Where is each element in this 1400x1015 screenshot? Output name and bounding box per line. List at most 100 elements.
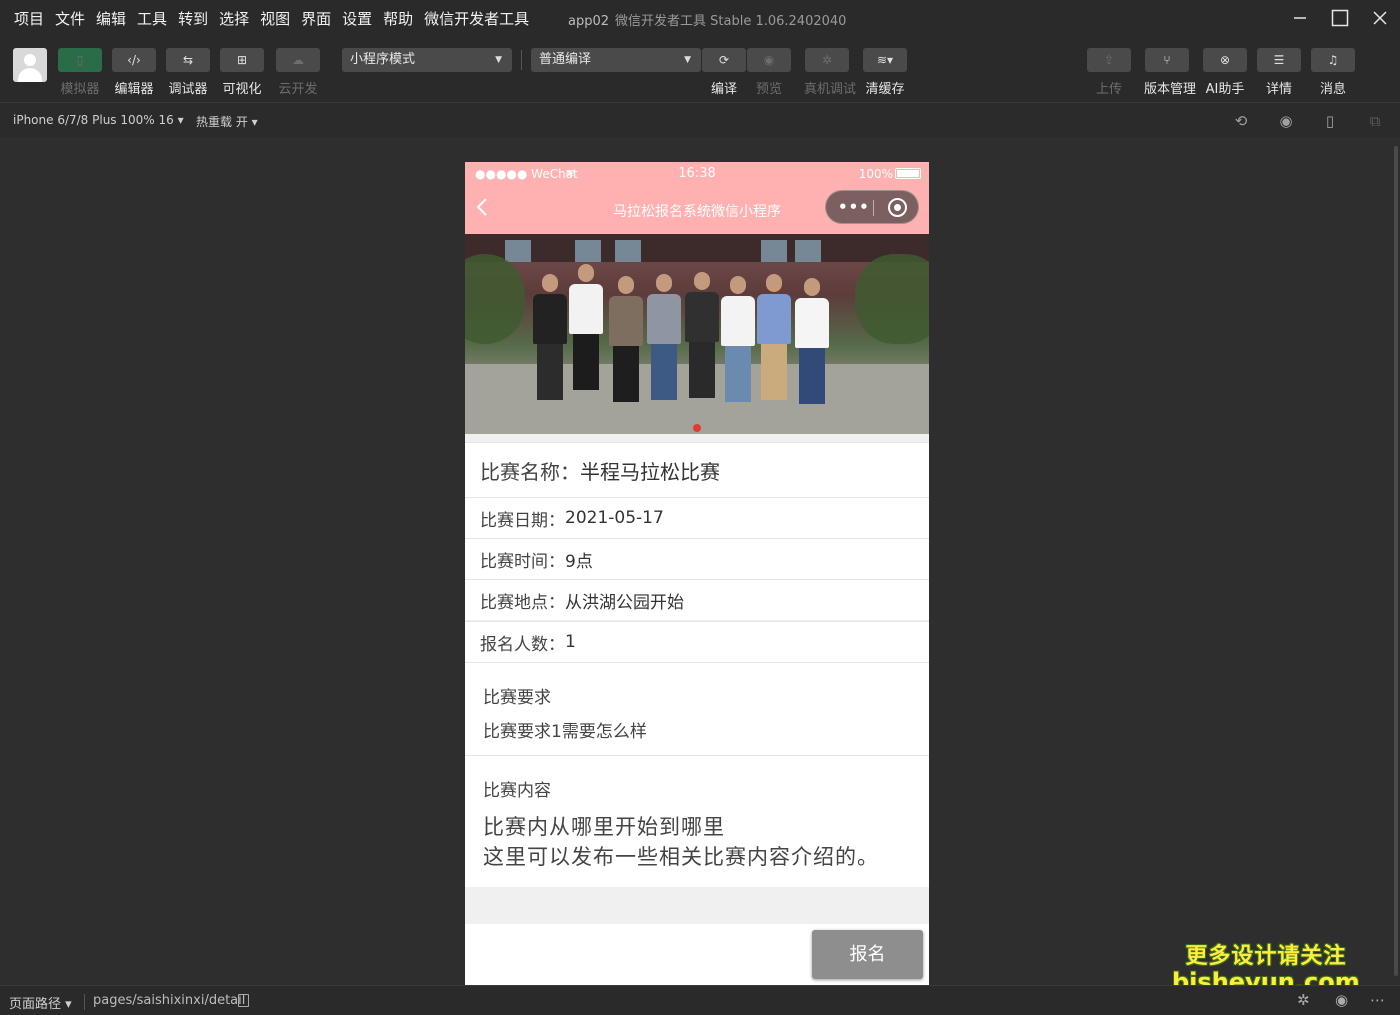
menu-items: 项目 文件 编辑 工具 转到 选择 视图 界面 设置 帮助 微信开发者工具 bbox=[0, 8, 540, 29]
menu-item-0[interactable]: 项目 bbox=[14, 8, 44, 29]
device-select[interactable]: iPhone 6/7/8 Plus 100% 16 ▾ bbox=[13, 113, 184, 127]
layers-icon: ≋▾ bbox=[863, 48, 907, 72]
field-value: 9点 bbox=[565, 551, 593, 572]
popout-icon[interactable]: ⧉ bbox=[1366, 112, 1384, 130]
field-label: 比赛地点： bbox=[480, 592, 565, 613]
debug-icon: ⇆ bbox=[166, 48, 210, 72]
scrollbar[interactable] bbox=[1394, 146, 1398, 976]
record-icon[interactable]: ◉ bbox=[1277, 112, 1295, 130]
field-row: 比赛地点： 从洪湖公园开始 bbox=[465, 579, 929, 620]
toolbar-button-right-2[interactable]: ⊗ AI助手 bbox=[1202, 48, 1248, 97]
race-name-value: 半程马拉松比赛 bbox=[580, 459, 720, 484]
eye-icon[interactable]: ◉ bbox=[1335, 991, 1348, 1009]
menu-item-7[interactable]: 界面 bbox=[301, 8, 331, 29]
toolbar-button-left-0[interactable]: ▯ 模拟器 bbox=[57, 48, 103, 97]
toolbar-label: 详情 bbox=[1265, 82, 1292, 97]
content-line-2: 这里可以发布一些相关比赛内容介绍的。 bbox=[483, 845, 879, 869]
bug-icon[interactable]: ✲ bbox=[1297, 991, 1310, 1009]
toolbar-label: 版本管理 bbox=[1144, 82, 1197, 97]
more-icon[interactable]: ••• bbox=[838, 198, 870, 216]
battery-text: 100% bbox=[858, 167, 893, 181]
toolbar-label: AI助手 bbox=[1205, 82, 1245, 97]
menu-bar: 项目 文件 编辑 工具 转到 选择 视图 界面 设置 帮助 微信开发者工具 app02 微信开发者工具… bbox=[0, 0, 1400, 36]
toolbar-label: 消息 bbox=[1319, 82, 1346, 97]
field-value: 2021-05-17 bbox=[565, 508, 664, 528]
toolbar-button-mid-1[interactable]: ◉ 预览 bbox=[746, 48, 792, 97]
toolbar-button-right-4[interactable]: ♫ 消息 bbox=[1310, 48, 1356, 97]
menu-item-6[interactable]: 视图 bbox=[260, 8, 290, 29]
close-icon[interactable] bbox=[1360, 0, 1400, 36]
hot-reload-toggle[interactable]: 热重载 开 ▾ bbox=[196, 113, 258, 130]
page-path-label[interactable]: 页面路径 ▾ bbox=[9, 993, 72, 1012]
window-title: app02 微信开发者工具 Stable 1.06.2402040 bbox=[568, 10, 846, 29]
more-icon[interactable]: ⋯ bbox=[1370, 991, 1385, 1009]
chevron-down-icon: ▼ bbox=[495, 55, 502, 65]
status-footer: 页面路径 ▾ pages/saishixinxi/detail ✲ ◉ ⋯ bbox=[0, 985, 1400, 1015]
menu-item-10[interactable]: 微信开发者工具 bbox=[424, 8, 529, 29]
toolbar-label: 真机调试 bbox=[804, 82, 857, 97]
simulator-bar: iPhone 6/7/8 Plus 100% 16 ▾ 热重载 开 ▾ ⟲ ◉ … bbox=[0, 102, 1400, 137]
signup-button[interactable]: 报名 bbox=[812, 930, 923, 979]
chevron-down-icon: ▼ bbox=[684, 55, 691, 65]
cloud-icon: ☁ bbox=[276, 48, 320, 72]
mode-select[interactable]: 小程序模式 ▼ bbox=[342, 48, 512, 72]
upload-icon: ⇪ bbox=[1087, 48, 1131, 72]
menu-item-5[interactable]: 选择 bbox=[219, 8, 249, 29]
copy-icon[interactable] bbox=[238, 994, 249, 1007]
toolbar-button-mid-3[interactable]: ≋▾ 清缓存 bbox=[862, 48, 908, 97]
bottom-action-bar: 报名 bbox=[465, 924, 929, 985]
banner-photo bbox=[465, 234, 929, 434]
toolbar-button-left-3[interactable]: ⊞ 可视化 bbox=[219, 48, 265, 97]
window-app-name: app02 bbox=[568, 14, 610, 29]
device-icon[interactable]: ▯ bbox=[1321, 112, 1339, 130]
ai-icon: ⊗ bbox=[1203, 48, 1247, 72]
maximize-icon[interactable] bbox=[1320, 0, 1360, 36]
phone-simulator: ●●●●● WeChat ≋ 16:38 100% 马拉松报名系统微信小程序 •… bbox=[465, 162, 929, 985]
battery-icon bbox=[895, 168, 921, 179]
bug-icon: ✲ bbox=[805, 48, 849, 72]
toolbar-button-mid-2[interactable]: ✲ 真机调试 bbox=[804, 48, 857, 97]
mode-select-value: 小程序模式 bbox=[350, 52, 416, 67]
field-label: 报名人数： bbox=[480, 634, 565, 655]
content-line-1: 比赛内从哪里开始到哪里 bbox=[483, 815, 725, 839]
menu-item-3[interactable]: 工具 bbox=[137, 8, 167, 29]
menu-item-1[interactable]: 文件 bbox=[55, 8, 85, 29]
toolbar-label: 云开发 bbox=[278, 82, 318, 97]
field-row: 比赛时间： 9点 bbox=[465, 538, 929, 579]
minimize-icon[interactable] bbox=[1280, 0, 1320, 36]
refresh-icon: ⟳ bbox=[702, 48, 746, 72]
rotate-icon[interactable]: ⟲ bbox=[1232, 112, 1250, 130]
menu-item-4[interactable]: 转到 bbox=[178, 8, 208, 29]
toolbar-label: 调试器 bbox=[168, 82, 208, 97]
avatar[interactable] bbox=[13, 48, 47, 82]
toolbar-button-right-0[interactable]: ⇪ 上传 bbox=[1086, 48, 1132, 97]
toolbar-button-right-3[interactable]: ☰ 详情 bbox=[1256, 48, 1302, 97]
field-row: 报名人数： 1 bbox=[465, 621, 929, 662]
field-value: 1 bbox=[565, 632, 576, 652]
toolbar: ▯ 模拟器 ‹/› 编辑器 ⇆ 调试器 ⊞ 可视化 ☁ 云开发 小程序模式 ▼ 普通编译 ▼ ⟳ 编译 ◉… bbox=[0, 36, 1400, 102]
compile-select[interactable]: 普通编译 ▼ bbox=[531, 48, 701, 72]
content-title: 比赛内容 bbox=[483, 781, 551, 801]
toolbar-button-mid-0[interactable]: ⟳ 编译 bbox=[701, 48, 747, 97]
carousel-indicator[interactable] bbox=[693, 424, 701, 432]
menu-item-8[interactable]: 设置 bbox=[342, 8, 372, 29]
toolbar-divider bbox=[521, 50, 522, 70]
phone-status-bar: ●●●●● WeChat ≋ 16:38 100% bbox=[465, 162, 929, 186]
toolbar-label: 编译 bbox=[710, 82, 737, 97]
toolbar-button-left-4[interactable]: ☁ 云开发 bbox=[275, 48, 321, 97]
menu-item-2[interactable]: 编辑 bbox=[96, 8, 126, 29]
layout-icon: ⊞ bbox=[220, 48, 264, 72]
close-miniprogram-icon[interactable] bbox=[888, 198, 907, 217]
toolbar-label: 预览 bbox=[755, 82, 782, 97]
toolbar-button-left-1[interactable]: ‹/› 编辑器 bbox=[111, 48, 157, 97]
toolbar-button-right-1[interactable]: ⑂ 版本管理 bbox=[1144, 48, 1197, 97]
toolbar-label: 清缓存 bbox=[865, 82, 905, 97]
toolbar-label: 可视化 bbox=[222, 82, 262, 97]
toolbar-button-left-2[interactable]: ⇆ 调试器 bbox=[165, 48, 211, 97]
field-label: 比赛日期： bbox=[480, 510, 565, 531]
menu-item-9[interactable]: 帮助 bbox=[383, 8, 413, 29]
toolbar-label: 模拟器 bbox=[60, 82, 100, 97]
field-value: 从洪湖公园开始 bbox=[565, 592, 684, 613]
phone-nav-bar: 马拉松报名系统微信小程序 ••• bbox=[465, 186, 929, 234]
race-name-row: 比赛名称： 半程马拉松比赛 bbox=[465, 442, 929, 497]
